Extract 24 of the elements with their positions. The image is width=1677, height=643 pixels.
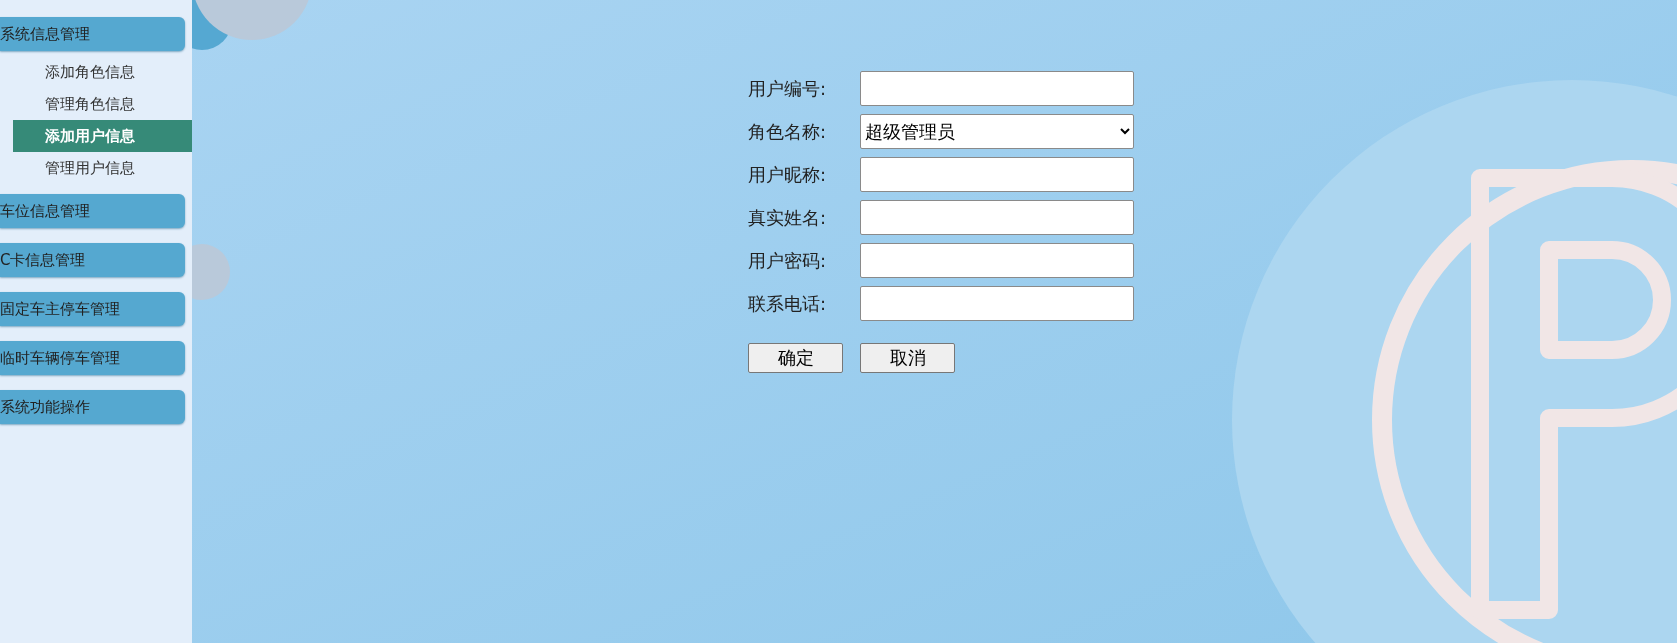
sidebar-item[interactable]: 管理用户信息 (13, 152, 192, 184)
sidebar-item[interactable]: 添加用户信息 (13, 120, 192, 152)
field-label: 用户密码: (748, 248, 828, 273)
sidebar-item[interactable]: 管理角色信息 (13, 88, 192, 120)
field-label: 联系电话: (748, 291, 828, 316)
field-label: 真实姓名: (748, 205, 828, 230)
sidebar-item[interactable]: 添加角色信息 (13, 56, 192, 88)
field-label: 用户昵称: (748, 162, 828, 187)
field-label: 用户编号: (748, 76, 828, 101)
role-select[interactable]: 超级管理员 (860, 114, 1134, 149)
sidebar-group-header[interactable]: 系统功能操作 (0, 390, 185, 424)
sidebar-group-header[interactable]: 车位信息管理 (0, 194, 185, 228)
sidebar-group-header[interactable]: 固定车主停车管理 (0, 292, 185, 326)
input-field[interactable] (860, 71, 1134, 106)
sidebar-group-header[interactable]: C卡信息管理 (0, 243, 185, 277)
field-label: 角色名称: (748, 119, 828, 144)
form-button[interactable]: 确定 (748, 343, 843, 373)
input-field[interactable] (860, 286, 1134, 321)
input-field[interactable] (860, 157, 1134, 192)
form-button[interactable]: 取消 (860, 343, 955, 373)
sidebar-group-header[interactable]: 临时车辆停车管理 (0, 341, 185, 375)
input-field[interactable] (860, 200, 1134, 235)
password-field[interactable] (860, 243, 1134, 278)
sidebar-group-header[interactable]: 系统信息管理 (0, 17, 185, 51)
